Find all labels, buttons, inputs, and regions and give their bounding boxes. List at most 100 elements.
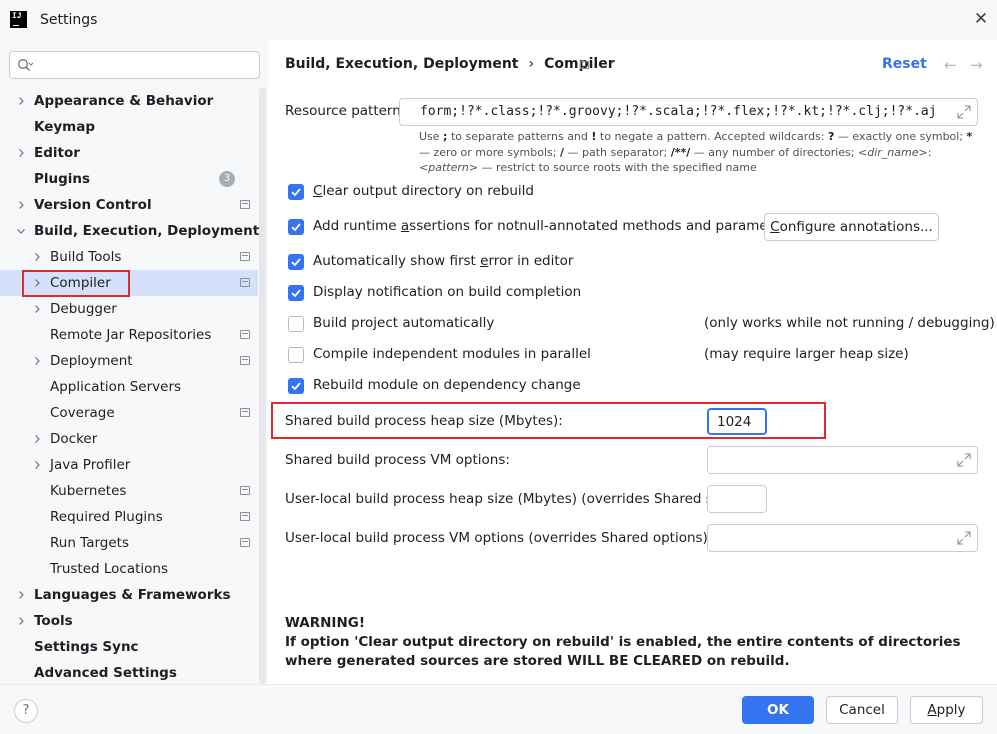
sidebar-item-label: Version Control <box>34 197 152 213</box>
sidebar-item-java-profiler[interactable]: Java Profiler <box>0 452 258 478</box>
chevron-right-icon[interactable] <box>15 589 27 601</box>
ok-button[interactable]: OK <box>742 696 814 724</box>
local-vm-options-input[interactable] <box>707 524 978 552</box>
sidebar-item-label: Deployment <box>50 353 133 369</box>
apply-button[interactable]: Apply <box>910 696 983 724</box>
clear-output-dir-checkbox[interactable] <box>288 184 304 200</box>
chevron-down-icon[interactable] <box>15 225 27 237</box>
project-level-icon <box>240 486 250 495</box>
compile-in-parallel-note: (may require larger heap size) <box>704 346 909 362</box>
sidebar-item-languages-frameworks[interactable]: Languages & Frameworks <box>0 582 258 608</box>
sidebar-item-plugins[interactable]: Plugins 3 <box>0 166 258 192</box>
search-input[interactable] <box>9 51 260 79</box>
resource-patterns-help: Use ; to separate patterns and ! to nega… <box>419 130 973 174</box>
sidebar-item-label: Build, Execution, Deployment <box>34 223 260 239</box>
help-button[interactable]: ? <box>14 699 38 723</box>
warning-message: WARNING! If option 'Clear output directo… <box>285 614 965 671</box>
checkmark-icon <box>291 258 301 267</box>
back-arrow-icon[interactable]: ← <box>944 56 957 74</box>
add-runtime-assertions-option: Add runtime assertions for notnull-annot… <box>288 218 794 238</box>
build-automatically-checkbox[interactable] <box>288 316 304 332</box>
sidebar-item-docker[interactable]: Docker <box>0 426 258 452</box>
sidebar-item-build-tools[interactable]: Build Tools <box>0 244 258 270</box>
sidebar-item-label: Advanced Settings <box>34 665 177 681</box>
add-runtime-assertions-checkbox[interactable] <box>288 219 304 235</box>
expand-icon[interactable] <box>957 453 971 467</box>
chevron-right-icon[interactable] <box>15 615 27 627</box>
sidebar-item-label: Docker <box>50 431 98 447</box>
display-build-notification-label[interactable]: Display notification on build completion <box>313 284 581 300</box>
clear-output-dir-option: Clear output directory on rebuild <box>288 183 708 203</box>
expand-icon[interactable] <box>957 531 971 545</box>
sidebar-item-tools[interactable]: Tools <box>0 608 258 634</box>
cancel-button[interactable]: Cancel <box>826 696 898 724</box>
expand-icon[interactable] <box>957 105 971 119</box>
sidebar-item-label: Run Targets <box>50 535 129 551</box>
project-level-icon <box>240 278 250 287</box>
vm-options-input[interactable] <box>707 446 978 474</box>
chevron-right-icon[interactable] <box>31 251 43 263</box>
breadcrumb: Build, Execution, Deployment › Compiler <box>285 56 615 72</box>
local-heap-size-input[interactable] <box>707 485 767 513</box>
chevron-right-icon[interactable] <box>31 355 43 367</box>
chevron-right-icon[interactable] <box>15 147 27 159</box>
sidebar-item-appearance-behavior[interactable]: Appearance & Behavior <box>0 88 258 114</box>
chevron-right-icon[interactable] <box>31 459 43 471</box>
sidebar-item-run-targets[interactable]: Run Targets <box>0 530 258 556</box>
sidebar-item-label: Appearance & Behavior <box>34 93 214 109</box>
dialog-footer: ? OK Cancel Apply <box>0 684 997 734</box>
resource-patterns-input[interactable]: form;!?*.class;!?*.groovy;!?*.scala;!?*.… <box>399 98 978 126</box>
sidebar-item-advanced-settings[interactable]: Advanced Settings <box>0 660 258 684</box>
compile-in-parallel-label[interactable]: Compile independent modules in parallel <box>313 346 591 362</box>
show-first-error-checkbox[interactable] <box>288 254 304 270</box>
configure-annotations-button[interactable]: Configure annotations... <box>764 213 939 241</box>
local-vm-options-label: User-local build process VM options (ove… <box>285 530 713 546</box>
breadcrumb-parent[interactable]: Build, Execution, Deployment <box>285 56 519 72</box>
compile-in-parallel-checkbox[interactable] <box>288 347 304 363</box>
sidebar-item-trusted-locations[interactable]: Trusted Locations <box>0 556 258 582</box>
sidebar-item-label: Keymap <box>34 119 96 135</box>
sidebar-item-debugger[interactable]: Debugger <box>0 296 258 322</box>
project-level-icon <box>240 408 250 417</box>
sidebar-item-label: Languages & Frameworks <box>34 587 231 603</box>
rebuild-on-dependency-change-label[interactable]: Rebuild module on dependency change <box>313 377 581 393</box>
rebuild-on-dependency-change-checkbox[interactable] <box>288 378 304 394</box>
sidebar-item-build-execution-deployment[interactable]: Build, Execution, Deployment <box>0 218 260 244</box>
sidebar-item-editor[interactable]: Editor <box>0 140 258 166</box>
close-icon[interactable]: ✕ <box>972 10 990 28</box>
project-level-icon <box>240 538 250 547</box>
reset-link[interactable]: Reset <box>882 56 927 72</box>
vm-options-label: Shared build process VM options: <box>285 452 510 468</box>
app-logo-icon: IJ <box>10 11 27 28</box>
show-first-error-label[interactable]: Automatically show first error in editor <box>313 253 573 269</box>
clear-output-dir-label[interactable]: Clear output directory on rebuild <box>313 183 534 199</box>
build-automatically-label[interactable]: Build project automatically <box>313 315 494 331</box>
sidebar-item-label: Build Tools <box>50 249 122 265</box>
chevron-right-icon[interactable] <box>31 303 43 315</box>
add-runtime-assertions-label[interactable]: Add runtime assertions for notnull-annot… <box>313 218 794 234</box>
selection-highlight-box <box>22 270 130 297</box>
sidebar-item-required-plugins[interactable]: Required Plugins <box>0 504 258 530</box>
display-build-notification-checkbox[interactable] <box>288 285 304 301</box>
sidebar-item-keymap[interactable]: Keymap <box>0 114 258 140</box>
checkmark-icon <box>291 382 301 391</box>
heap-size-input[interactable]: 1024 <box>707 408 767 435</box>
project-level-icon <box>240 330 250 339</box>
chevron-right-icon[interactable] <box>31 433 43 445</box>
forward-arrow-icon[interactable]: → <box>970 56 983 74</box>
sidebar-item-remote-jar-repositories[interactable]: Remote Jar Repositories <box>0 322 258 348</box>
sidebar-item-label: Tools <box>34 613 73 629</box>
sidebar-item-deployment[interactable]: Deployment <box>0 348 258 374</box>
heap-size-label: Shared build process heap size (Mbytes): <box>285 413 563 429</box>
sidebar-item-coverage[interactable]: Coverage <box>0 400 258 426</box>
sidebar-item-label: Plugins <box>34 171 91 187</box>
sidebar-item-label: Kubernetes <box>50 483 127 499</box>
sidebar-item-settings-sync[interactable]: Settings Sync <box>0 634 258 660</box>
checkmark-icon <box>291 188 301 197</box>
sidebar-item-kubernetes[interactable]: Kubernetes <box>0 478 258 504</box>
sidebar-item-application-servers[interactable]: Application Servers <box>0 374 258 400</box>
chevron-right-icon[interactable] <box>15 95 27 107</box>
sidebar-item-version-control[interactable]: Version Control <box>0 192 258 218</box>
chevron-right-icon[interactable] <box>15 199 27 211</box>
sidebar-scrollbar[interactable] <box>259 88 266 684</box>
